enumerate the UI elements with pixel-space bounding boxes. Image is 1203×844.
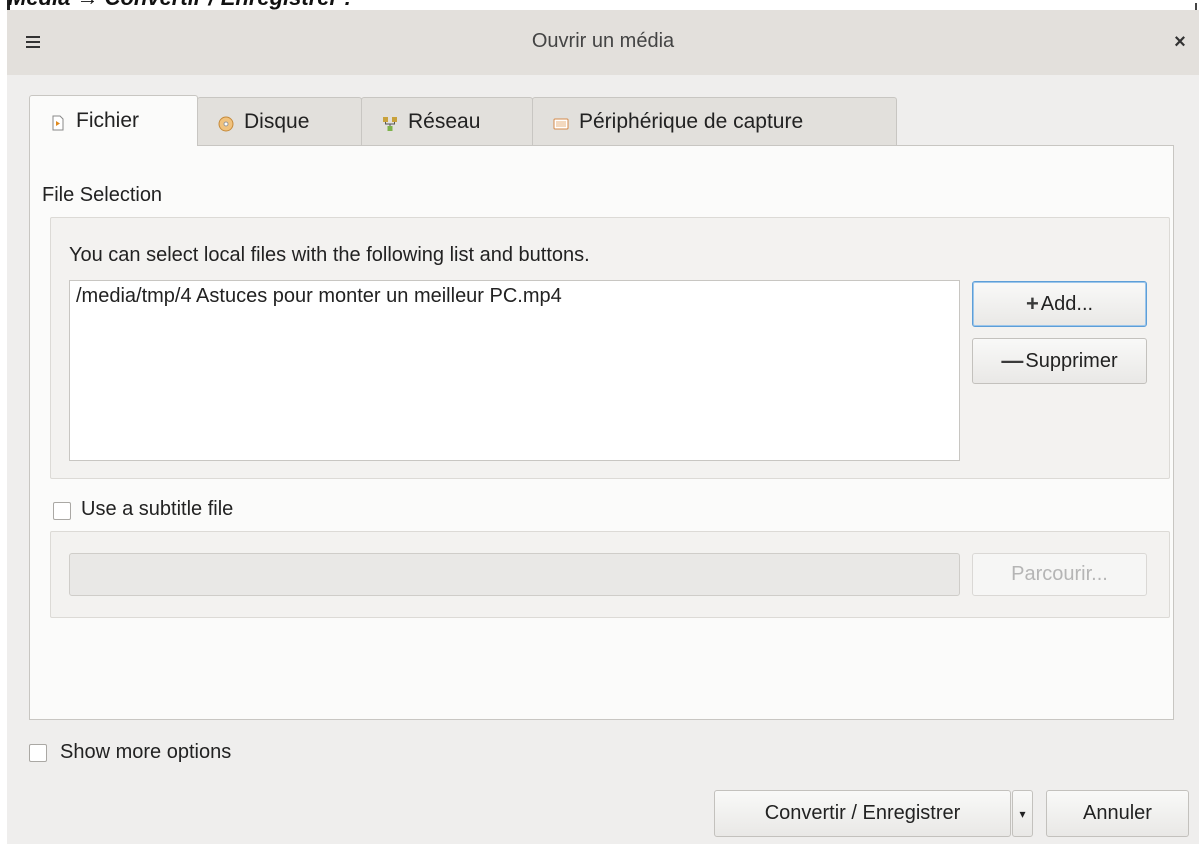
file-selection-hint: You can select local files with the foll… [69, 244, 590, 266]
tab-label: Disque [244, 109, 310, 133]
cancel-button[interactable]: Annuler [1046, 790, 1189, 837]
add-file-button[interactable]: + Add... [972, 281, 1147, 327]
top-clipped-caption: Media → Convertir / Enregistrer : [0, 0, 1203, 10]
subtitle-checkbox-label[interactable]: Use a subtitle file [81, 498, 233, 521]
caption-text: Media → Convertir / Enregistrer : [8, 0, 352, 9]
capture-device-icon [553, 114, 569, 130]
show-more-options-label[interactable]: Show more options [60, 741, 231, 764]
add-button-label: Add... [1040, 292, 1094, 315]
file-icon [50, 113, 66, 131]
file-selection-group: You can select local files with the foll… [50, 217, 1170, 479]
file-selection-title: File Selection [42, 184, 163, 206]
dialog-title: Ouvrir un média [531, 30, 675, 52]
file-tab-pane: File Selection You can select local file… [29, 145, 1174, 720]
minus-icon: — [1001, 348, 1024, 373]
file-list[interactable]: /media/tmp/4 Astuces pour monter un meil… [69, 280, 960, 461]
tab-disque[interactable]: Disque [197, 97, 362, 145]
disc-icon [218, 114, 234, 131]
tab-peripherique-capture[interactable]: Périphérique de capture [532, 97, 897, 145]
tab-label: Fichier [76, 109, 140, 132]
corner-mark [1195, 3, 1197, 10]
convert-dropdown-arrow-icon[interactable]: ▾ [1012, 790, 1033, 837]
remove-button-label: Supprimer [1025, 349, 1118, 372]
close-icon[interactable]: × [1171, 32, 1189, 52]
plus-icon: + [1025, 291, 1039, 316]
open-media-dialog: Ouvrir un média × Fichier Disque Réseau [7, 10, 1199, 844]
tab-label: Périphérique de capture [579, 109, 804, 133]
subtitle-path-input[interactable] [69, 553, 960, 596]
network-icon [382, 114, 398, 131]
title-bar: Ouvrir un média × [7, 10, 1199, 75]
tab-reseau[interactable]: Réseau [361, 97, 533, 145]
show-more-options-checkbox[interactable] [29, 744, 47, 762]
convert-save-button[interactable]: Convertir / Enregistrer [714, 790, 1011, 837]
subtitle-group: Parcourir... [50, 531, 1170, 618]
browse-button[interactable]: Parcourir... [972, 553, 1147, 596]
remove-file-button[interactable]: — Supprimer [972, 338, 1147, 384]
tab-label: Réseau [408, 109, 481, 133]
list-item[interactable]: /media/tmp/4 Astuces pour monter un meil… [76, 285, 562, 308]
tab-fichier[interactable]: Fichier [29, 95, 198, 146]
subtitle-checkbox[interactable] [53, 502, 71, 520]
